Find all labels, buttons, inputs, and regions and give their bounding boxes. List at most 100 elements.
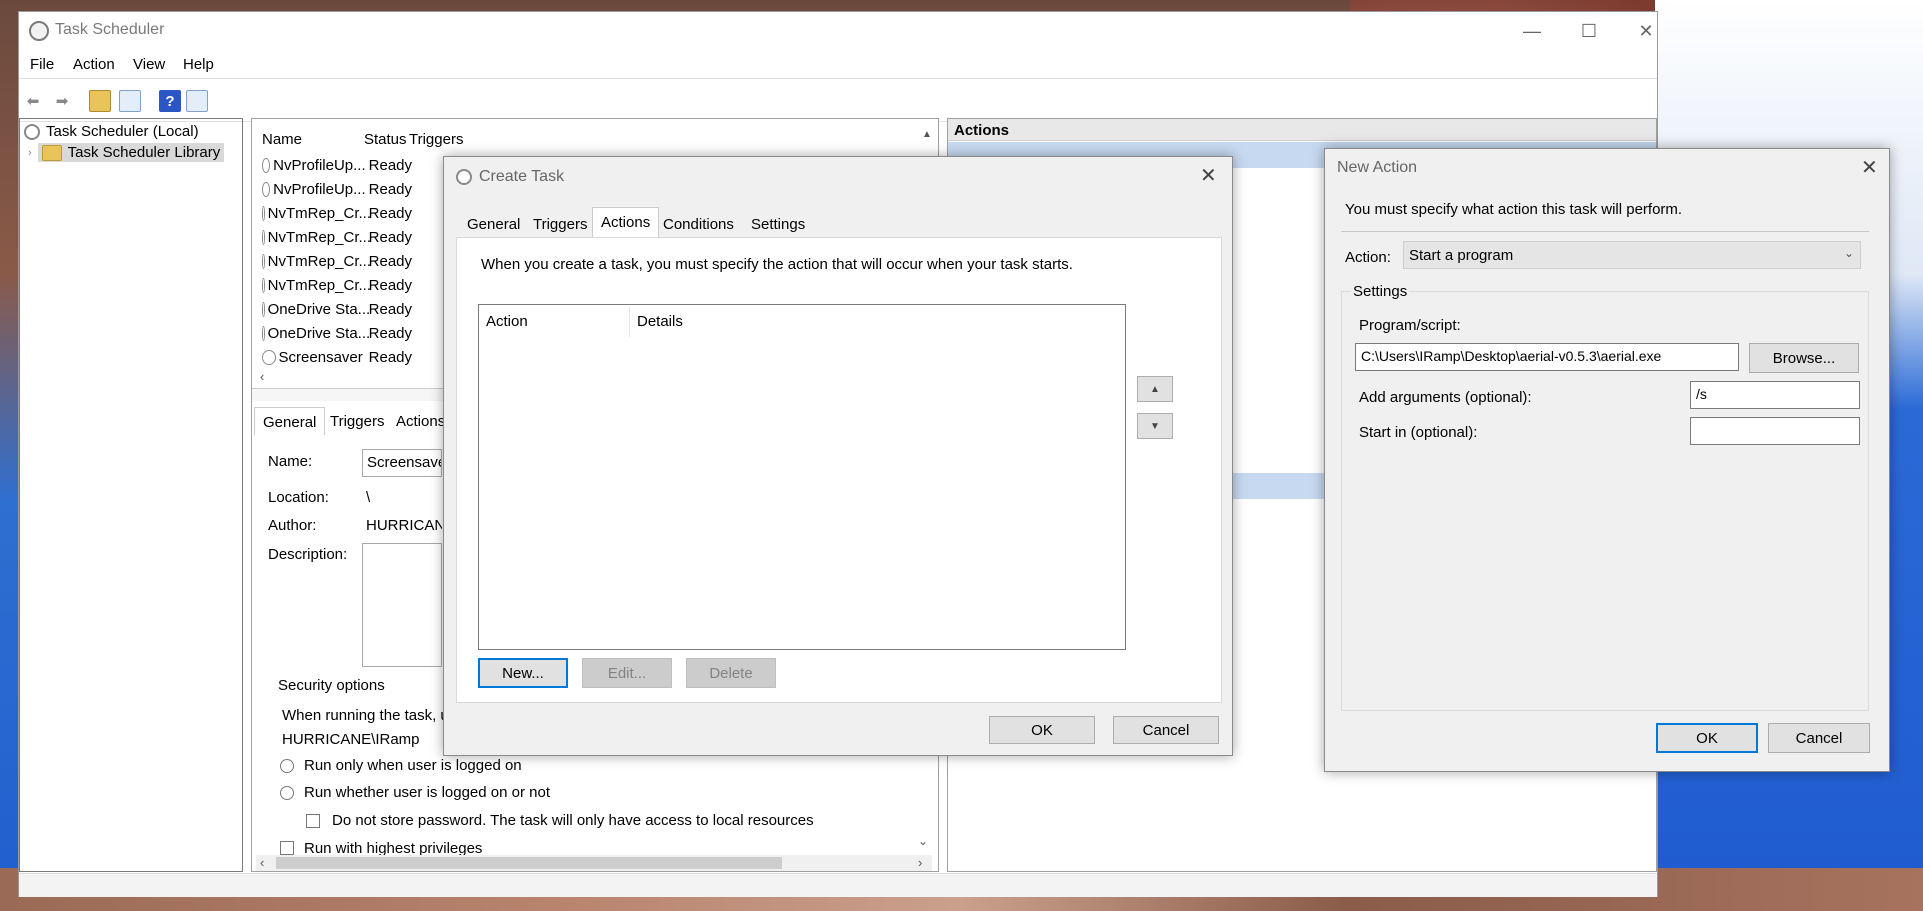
tab-triggers[interactable]: Triggers (530, 211, 590, 238)
move-up-button[interactable]: ▲ (1137, 376, 1173, 402)
task-rows: NvProfileUp... Ready NvProfileUp... Ready … (262, 153, 412, 369)
tree-item-library[interactable]: › Task Scheduler Library (28, 143, 225, 162)
checkbox[interactable] (280, 841, 294, 855)
radio-label: Run only when user is logged on (304, 757, 522, 774)
table-row[interactable]: NvProfileUp... Ready (262, 153, 412, 177)
table-row[interactable]: NvProfileUp... Ready (262, 177, 412, 201)
col-name-header[interactable]: Name (262, 131, 302, 148)
edit-button[interactable]: Edit... (582, 658, 672, 688)
task-name: OneDrive Sta... (267, 324, 371, 342)
horizontal-scrollbar[interactable]: ‹ › (256, 855, 932, 871)
scroll-right-icon[interactable]: › (918, 855, 922, 870)
tab-triggers[interactable]: Triggers (322, 407, 392, 435)
when-running-label: When running the task, u (282, 707, 446, 724)
task-status: Ready (368, 300, 412, 318)
up-folder-icon[interactable] (89, 90, 111, 112)
title-bar[interactable]: Task Scheduler — ☐ ✕ (19, 12, 1657, 50)
action-prompt: You must specify what action this task w… (1345, 201, 1683, 218)
help-icon[interactable]: ? (159, 90, 181, 112)
ok-button[interactable]: OK (989, 716, 1095, 744)
checkbox[interactable] (306, 813, 320, 828)
menu-file[interactable]: File (30, 56, 54, 73)
task-status: Ready (368, 204, 412, 222)
actions-intro-text: When you create a task, you must specify… (481, 256, 1073, 273)
forward-arrow-icon[interactable]: ➡ (51, 90, 73, 112)
action-select[interactable]: Start a program ⌄ (1403, 241, 1861, 269)
program-script-input[interactable]: C:\Users\IRamp\Desktop\aerial-v0.5.3\aer… (1355, 343, 1739, 371)
task-clock-icon (262, 349, 276, 365)
scroll-up-icon[interactable]: ▲ (922, 129, 932, 140)
author-value: HURRICANE (366, 517, 442, 534)
col-triggers-header[interactable]: Triggers (409, 131, 463, 148)
close-icon[interactable]: ✕ (1861, 155, 1878, 180)
actions-pane-title: Actions (954, 122, 1010, 139)
tab-general[interactable]: General (254, 407, 326, 435)
task-status: Ready (368, 252, 412, 270)
task-name: NvTmRep_Cr... (267, 228, 371, 246)
clock-icon (24, 123, 40, 140)
tab-actions[interactable]: Actions (592, 207, 660, 241)
location-label: Location: (268, 489, 329, 506)
tab-settings[interactable]: Settings (748, 211, 808, 238)
show-hide-console-tree-icon[interactable] (119, 90, 141, 112)
new-action-dialog: New Action ✕ You must specify what actio… (1324, 148, 1890, 772)
table-row[interactable]: OneDrive Sta... Ready (262, 321, 412, 345)
create-task-dialog: Create Task ✕ General Triggers Actions C… (443, 156, 1233, 756)
menu-view[interactable]: View (133, 56, 165, 73)
radio-button[interactable] (280, 758, 294, 773)
menu-help[interactable]: Help (183, 56, 214, 73)
move-down-button[interactable]: ▼ (1137, 413, 1173, 439)
task-status: Ready (368, 348, 412, 366)
tab-general[interactable]: General (464, 211, 523, 238)
scroll-left-icon[interactable]: ‹ (260, 855, 264, 870)
radio-button[interactable] (280, 785, 294, 800)
task-name: NvProfileUp... (273, 156, 366, 174)
close-icon[interactable]: ✕ (1200, 163, 1217, 188)
table-row[interactable]: NvTmRep_Cr... Ready (262, 225, 412, 249)
col-details-header[interactable]: Details (637, 313, 683, 330)
actions-list[interactable]: Action Details (478, 304, 1126, 650)
task-status: Ready (368, 156, 412, 174)
table-row[interactable]: OneDrive Sta... Ready (262, 297, 412, 321)
maximize-icon[interactable]: ☐ (1560, 12, 1618, 50)
cancel-button[interactable]: Cancel (1113, 716, 1219, 744)
start-in-input[interactable] (1690, 417, 1860, 445)
add-arguments-input[interactable]: /s (1690, 381, 1860, 409)
divider (1341, 231, 1869, 232)
task-clock-icon (262, 277, 265, 293)
scrollbar-thumb[interactable] (276, 857, 782, 869)
task-status: Ready (368, 324, 412, 342)
table-row[interactable]: NvTmRep_Cr... Ready (262, 249, 412, 273)
radio-label: Run whether user is logged on or not (304, 784, 550, 801)
scroll-left-icon[interactable]: ‹ (260, 369, 264, 384)
browse-button[interactable]: Browse... (1749, 343, 1859, 373)
new-button[interactable]: New... (478, 658, 568, 688)
description-field[interactable] (362, 543, 442, 667)
chk-no-store[interactable]: Do not store password. The task will onl… (306, 812, 814, 829)
task-status: Ready (368, 228, 412, 246)
task-name: NvTmRep_Cr... (267, 252, 371, 270)
expand-arrow-icon[interactable]: › (28, 147, 32, 159)
table-row[interactable]: Screensaver Ready (262, 345, 412, 369)
task-name: NvProfileUp... (273, 180, 366, 198)
ok-button[interactable]: OK (1656, 723, 1758, 753)
radio-logged-on[interactable]: Run only when user is logged on (280, 757, 522, 774)
menu-action[interactable]: Action (73, 56, 115, 73)
minimize-icon[interactable]: — (1503, 12, 1561, 50)
radio-whether[interactable]: Run whether user is logged on or not (280, 784, 550, 801)
back-arrow-icon[interactable]: ⬅ (22, 90, 44, 112)
tab-conditions[interactable]: Conditions (660, 211, 737, 238)
table-row[interactable]: NvTmRep_Cr... Ready (262, 201, 412, 225)
clock-icon (456, 169, 472, 185)
close-icon[interactable]: ✕ (1617, 12, 1675, 50)
chk-highest[interactable]: Run with highest privileges (280, 841, 482, 855)
table-row[interactable]: NvTmRep_Cr... Ready (262, 273, 412, 297)
cancel-button[interactable]: Cancel (1768, 723, 1870, 753)
tree-item-local[interactable]: Task Scheduler (Local) (24, 123, 199, 140)
delete-button[interactable]: Delete (686, 658, 776, 688)
scroll-down-icon[interactable]: ⌄ (918, 834, 928, 848)
col-status-header[interactable]: Status (364, 131, 407, 148)
show-hide-action-pane-icon[interactable] (186, 90, 208, 112)
name-field[interactable]: Screensaver (362, 449, 442, 477)
col-action-header[interactable]: Action (486, 313, 528, 330)
